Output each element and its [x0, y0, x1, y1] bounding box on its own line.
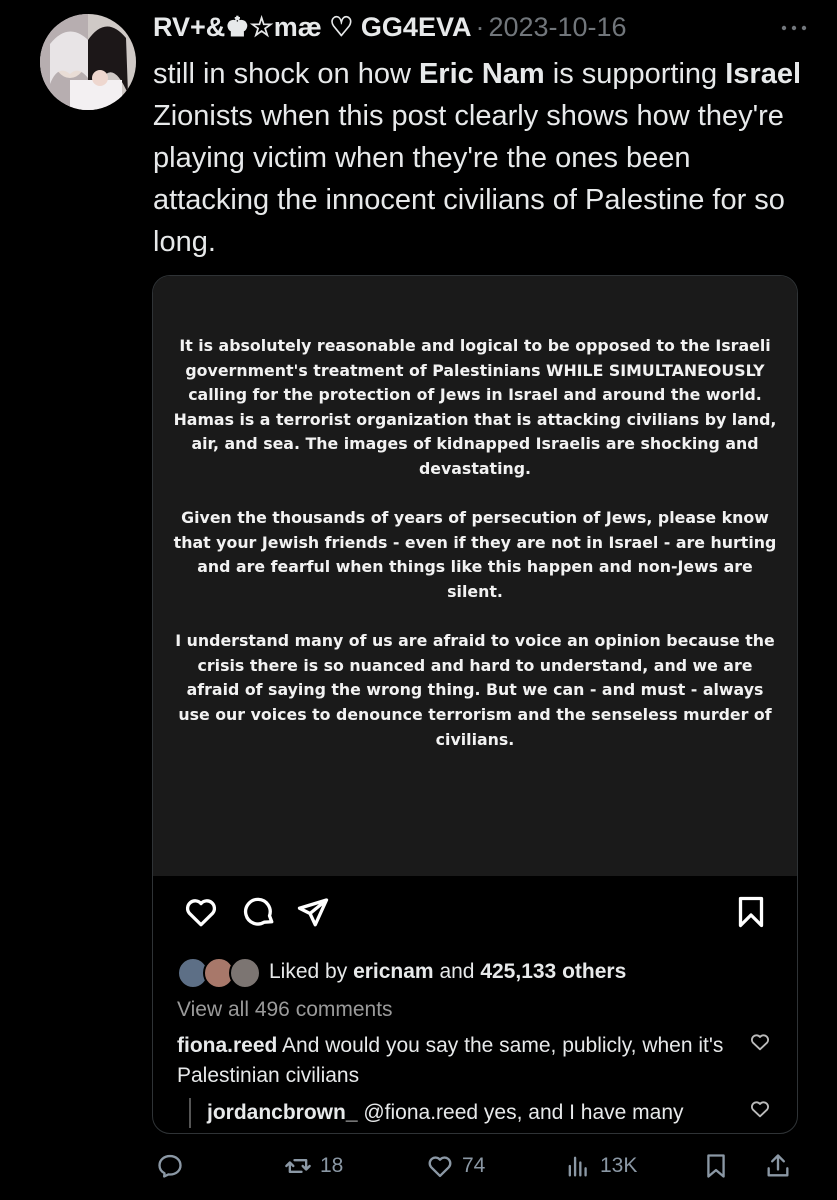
ig-comment-icon[interactable] [241, 894, 277, 930]
retweet-button[interactable]: 18 [284, 1152, 343, 1180]
story-text: It is absolutely reasonable and logical … [173, 334, 777, 777]
tweet-text-part: still in shock on how [153, 58, 419, 90]
likes-text[interactable]: Liked by ericnam and 425,133 others [269, 960, 626, 984]
bookmark-icon [707, 1154, 725, 1178]
reply-heart-icon[interactable] [749, 1098, 771, 1120]
ig-bookmark-icon[interactable] [733, 894, 769, 930]
tweet-date[interactable]: 2023-10-16 [488, 12, 626, 43]
views-icon [568, 1156, 587, 1177]
bookmark-button[interactable] [702, 1152, 730, 1180]
ig-share-icon[interactable] [295, 894, 331, 930]
retweet-count: 18 [320, 1154, 344, 1177]
avatar[interactable] [40, 14, 136, 110]
retweet-icon [285, 1159, 311, 1173]
like-icon [428, 1156, 452, 1178]
display-name[interactable]: RV+&♚☆mæ ♡ GG4EVA [153, 12, 471, 43]
view-all-comments[interactable]: View all 496 comments [177, 998, 393, 1022]
views-count: 13K [600, 1154, 638, 1177]
liker-avatars[interactable] [177, 957, 265, 989]
comment-user[interactable]: fiona.reed [177, 1034, 277, 1057]
story-paragraph: It is absolutely reasonable and logical … [173, 336, 777, 478]
tweet-header: RV+&♚☆mæ ♡ GG4EVA · 2023-10-16 [153, 12, 817, 46]
media-image[interactable]: It is absolutely reasonable and logical … [152, 275, 798, 1134]
tweet-actions: 18 74 13K [0, 1148, 837, 1188]
views-button[interactable]: 13K [564, 1152, 637, 1180]
tweet-text-part: is supporting [544, 58, 726, 90]
comment-heart-icon[interactable] [749, 1031, 771, 1053]
reply-user[interactable]: jordancbrown_ [207, 1101, 358, 1124]
liker-avatar [229, 957, 261, 989]
likes-count[interactable]: 425,133 others [480, 960, 626, 983]
reply-button[interactable] [156, 1152, 184, 1180]
likes-prefix: Liked by [269, 960, 354, 983]
tweet-text-part: Zionists when this post clearly shows ho… [153, 100, 785, 258]
separator-dot: · [475, 12, 485, 42]
instagram-story: It is absolutely reasonable and logical … [153, 276, 797, 876]
reply-icon [158, 1154, 182, 1178]
likes-row: Liked by ericnam and 425,133 others [177, 956, 626, 989]
avatar-image [40, 14, 136, 110]
comment: fiona.reed And would you say the same, p… [177, 1031, 737, 1091]
tweet-text-bold: Israel [725, 58, 802, 90]
like-button[interactable]: 74 [426, 1152, 485, 1180]
reply: jordancbrown_ @fiona.reed yes, and I hav… [189, 1098, 747, 1128]
ig-heart-icon[interactable] [183, 894, 219, 930]
story-paragraph: I understand many of us are afraid to vo… [175, 631, 775, 749]
likes-mid: and [433, 960, 481, 983]
share-icon [767, 1154, 789, 1177]
story-paragraph: Given the thousands of years of persecut… [173, 508, 777, 601]
like-count: 74 [462, 1154, 486, 1177]
instagram-actions [153, 886, 797, 936]
tweet-text-bold: Eric Nam [418, 58, 545, 90]
reply-text: @fiona.reed yes, and I have many [357, 1101, 684, 1124]
share-button[interactable] [764, 1152, 792, 1180]
liked-user[interactable]: ericnam [353, 960, 434, 983]
more-icon[interactable] [777, 16, 811, 40]
tweet-text: still in shock on how Eric Nam is suppor… [153, 53, 813, 263]
